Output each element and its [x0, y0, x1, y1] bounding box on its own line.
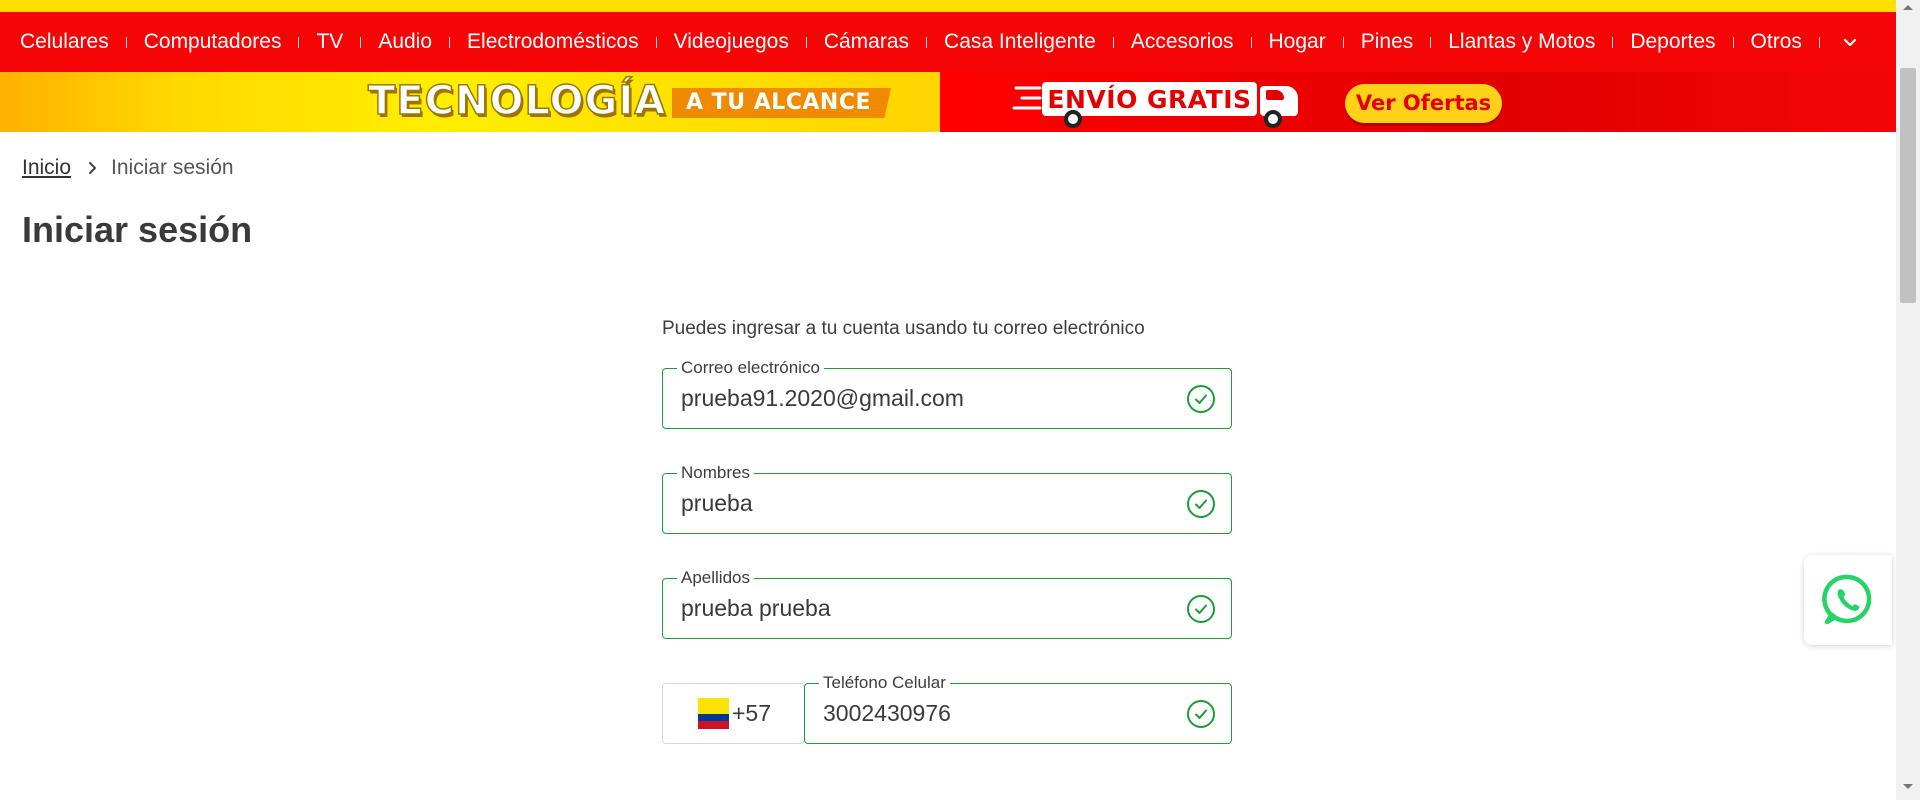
phone-row: +57 Teléfono Celular	[662, 673, 1232, 744]
nav-item-accesorios[interactable]: Accesorios	[1131, 30, 1234, 54]
breadcrumb-home-link[interactable]: Inicio	[22, 156, 71, 180]
banner-shipping-text: ENVÍO GRATIS	[1047, 84, 1252, 114]
category-nav: Celulares Computadores TV Audio Electrod…	[0, 12, 1896, 72]
ver-ofertas-button[interactable]: Ver Ofertas	[1345, 84, 1502, 123]
nav-item-celulares[interactable]: Celulares	[20, 30, 109, 54]
nav-separator	[805, 36, 807, 48]
scrollbar-thumb[interactable]	[1900, 68, 1916, 303]
nav-separator	[1612, 36, 1614, 48]
nav-item-audio[interactable]: Audio	[378, 30, 432, 54]
first-name-input[interactable]	[681, 474, 1161, 532]
top-strip	[0, 0, 1896, 12]
nav-separator	[449, 36, 451, 48]
nav-item-deportes[interactable]: Deportes	[1630, 30, 1715, 54]
whatsapp-icon	[1822, 574, 1872, 625]
nav-item-camaras[interactable]: Cámaras	[824, 30, 909, 54]
truck-wheel	[1064, 110, 1082, 128]
page-scrollbar[interactable]	[1896, 0, 1920, 800]
email-input[interactable]	[681, 369, 1161, 427]
check-circle-icon	[1187, 595, 1215, 623]
check-circle-icon	[1187, 490, 1215, 518]
nav-item-pines[interactable]: Pines	[1361, 30, 1414, 54]
nav-item-videojuegos[interactable]: Videojuegos	[674, 30, 789, 54]
last-name-input[interactable]	[681, 579, 1161, 637]
banner-tagline: A TU ALCANCE	[672, 88, 892, 118]
last-name-field: Apellidos	[662, 568, 1232, 639]
nav-item-computadores[interactable]: Computadores	[144, 30, 282, 54]
nav-separator	[125, 36, 127, 48]
page: Celulares Computadores TV Audio Electrod…	[0, 0, 1920, 800]
nav-item-electrodomesticos[interactable]: Electrodomésticos	[467, 30, 639, 54]
chevron-right-icon	[87, 161, 99, 175]
nav-separator	[1250, 36, 1252, 48]
nav-separator	[1818, 36, 1820, 48]
phone-input[interactable]	[823, 684, 1163, 742]
signup-form: Puedes ingresar a tu cuenta usando tu co…	[662, 318, 1232, 744]
breadcrumb: Inicio Iniciar sesión	[22, 156, 234, 180]
truck-icon: ENVÍO GRATIS	[1012, 76, 1302, 128]
country-code: +57	[732, 700, 772, 726]
promo-banner[interactable]: TECNOLOGÍA A TU ALCANCE ENVÍO GRATIS Ver…	[0, 72, 1896, 132]
nav-separator	[926, 36, 928, 48]
country-code-selector[interactable]: +57	[662, 683, 805, 744]
form-intro-text: Puedes ingresar a tu cuenta usando tu co…	[662, 318, 1145, 339]
banner-headline: TECNOLOGÍA	[367, 77, 667, 125]
page-title: Iniciar sesión	[22, 209, 253, 250]
nav-separator	[360, 36, 362, 48]
nav-separator	[1342, 36, 1344, 48]
nav-separator	[1732, 36, 1734, 48]
nav-item-hogar[interactable]: Hogar	[1269, 30, 1326, 54]
whatsapp-button[interactable]	[1804, 555, 1892, 645]
nav-separator	[298, 36, 300, 48]
nav-separator	[1430, 36, 1432, 48]
email-field: Correo electrónico	[662, 358, 1232, 429]
nav-item-llantas-y-motos[interactable]: Llantas y Motos	[1448, 30, 1595, 54]
scroll-down-arrow-icon[interactable]	[1903, 784, 1913, 789]
check-circle-icon	[1187, 385, 1215, 413]
truck-wheel	[1264, 110, 1282, 128]
colombia-flag-icon	[698, 698, 729, 729]
nav-item-casa-inteligente[interactable]: Casa Inteligente	[944, 30, 1096, 54]
chevron-down-icon[interactable]	[1839, 31, 1861, 53]
nav-item-otros[interactable]: Otros	[1751, 30, 1802, 54]
phone-field: Teléfono Celular	[804, 673, 1232, 744]
check-circle-icon	[1187, 700, 1215, 728]
breadcrumb-current: Iniciar sesión	[111, 156, 234, 179]
nav-separator	[1112, 36, 1114, 48]
first-name-field: Nombres	[662, 463, 1232, 534]
nav-item-tv[interactable]: TV	[316, 30, 343, 54]
scroll-up-arrow-icon[interactable]	[1903, 5, 1913, 10]
nav-separator	[655, 36, 657, 48]
